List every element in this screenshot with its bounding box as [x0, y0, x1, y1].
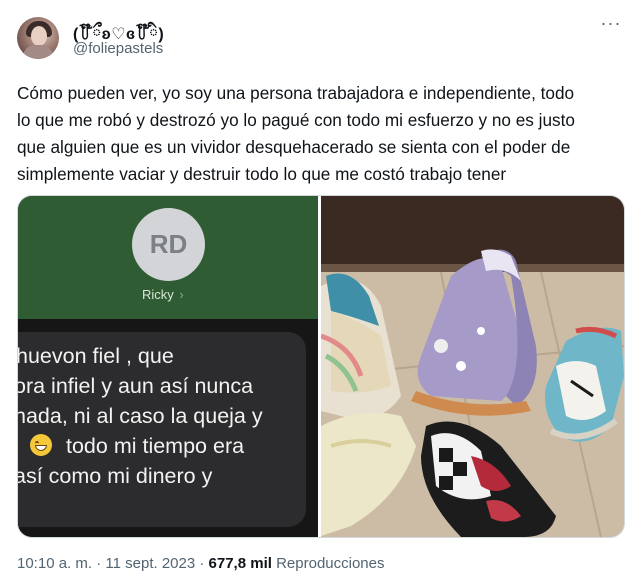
tweet-text: Cómo pueden ver, yo soy una persona trab…: [17, 83, 575, 184]
contact-avatar: RD: [132, 208, 205, 281]
avatar-face: [31, 26, 47, 46]
meta-separator: ·: [92, 555, 106, 572]
contact-name: Ricky ›: [142, 287, 184, 302]
contact-name-label: Ricky: [142, 287, 174, 302]
tweet-meta: 10:10 a. m. · 11 sept. 2023 · 677,8 mil …: [17, 555, 385, 572]
meta-separator: ·: [195, 555, 209, 572]
shoes-photo[interactable]: [321, 196, 624, 537]
avatar-body: [23, 45, 53, 59]
avatar[interactable]: [17, 17, 59, 59]
tweet: (꒦໊ྀʚ♡ɞ꒦໊ི) @foliepastels ··· Cómo puede…: [0, 0, 640, 583]
chevron-right-icon: ›: [175, 287, 184, 302]
message-line: nada, ni al caso la queja y: [18, 404, 263, 428]
message-line: así como mi dinero y: [18, 464, 213, 488]
views-count[interactable]: 677,8 mil: [209, 555, 272, 572]
message-line: huevon fiel , que: [18, 344, 174, 368]
message-line-emoji: todo mi tiempo era: [30, 434, 244, 459]
tweet-time[interactable]: 10:10 a. m.: [17, 555, 92, 572]
media-grid: RD Ricky › huevon fiel , que ora infiel …: [17, 195, 625, 538]
message-bubble: huevon fiel , que ora infiel y aun así n…: [18, 332, 306, 527]
grinning-face-icon: [30, 434, 52, 456]
user-handle[interactable]: @foliepastels: [73, 40, 163, 57]
message-line: ora infiel y aun así nunca: [18, 374, 254, 398]
message-line-text: todo mi tiempo era: [66, 434, 245, 458]
shoes-illustration: [321, 196, 624, 537]
tweet-date[interactable]: 11 sept. 2023: [105, 555, 195, 572]
more-options-icon[interactable]: ···: [598, 13, 624, 33]
chat-screenshot-image[interactable]: RD Ricky › huevon fiel , que ora infiel …: [18, 196, 318, 537]
views-label: Reproducciones: [271, 555, 385, 572]
